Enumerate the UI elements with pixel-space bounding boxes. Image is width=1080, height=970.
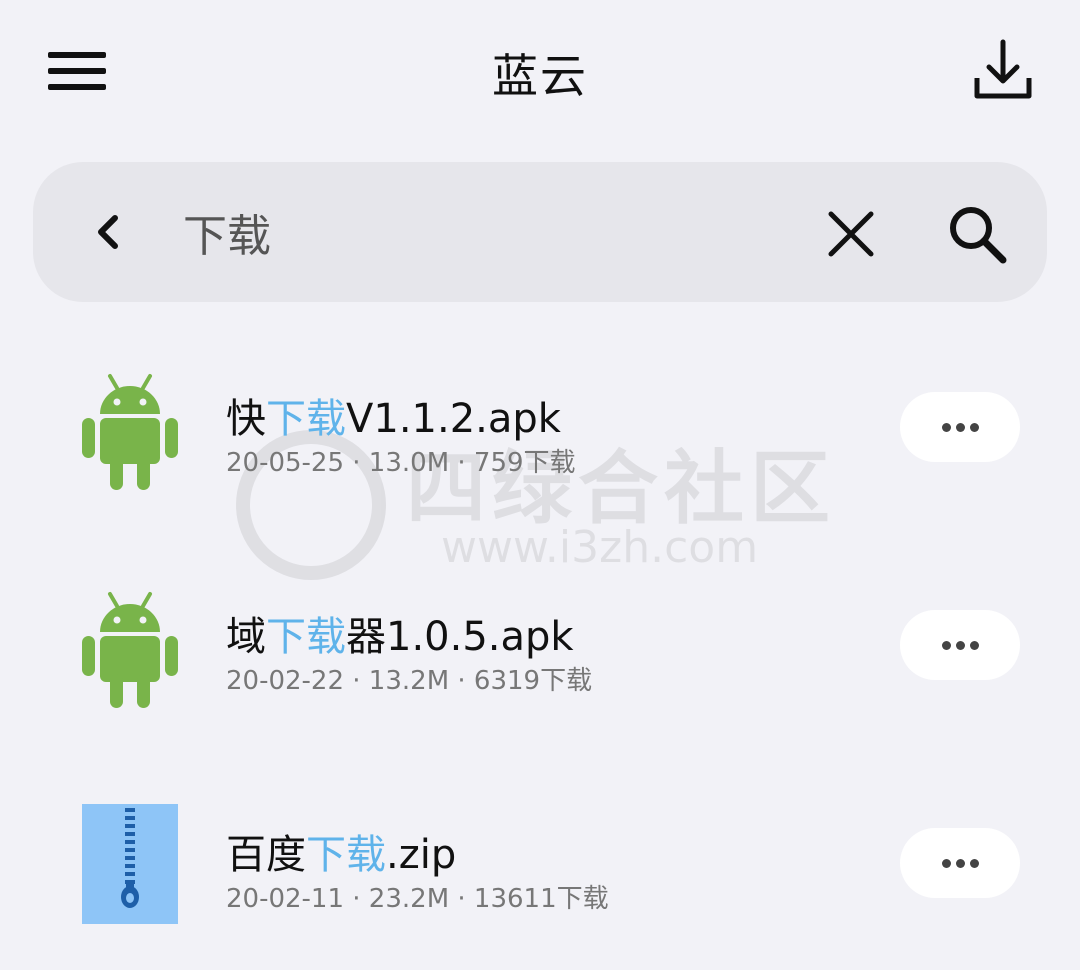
more-dots-icon-dot	[970, 859, 979, 868]
more-options-button[interactable]	[900, 610, 1020, 680]
file-name-prefix: 域	[226, 614, 266, 660]
file-name-highlight: 下载	[266, 396, 346, 442]
download-button[interactable]	[970, 38, 1036, 104]
file-name: 快下载V1.1.2.apk	[226, 386, 561, 444]
search-input[interactable]	[183, 200, 783, 264]
close-icon	[828, 211, 874, 257]
more-dots-icon-dot	[956, 423, 965, 432]
zip-archive-icon	[82, 804, 178, 924]
chevron-left-icon	[98, 215, 118, 249]
more-dots-icon-dot	[970, 641, 979, 650]
file-name-highlight: 下载	[306, 832, 386, 878]
page-title: 蓝云	[492, 49, 588, 103]
app-header: 蓝云	[0, 0, 1080, 150]
android-icon	[82, 374, 178, 490]
file-name-suffix: 器1.0.5.apk	[346, 614, 574, 660]
search-button[interactable]	[945, 202, 1011, 268]
file-name: 域下载器1.0.5.apk	[226, 604, 574, 662]
file-name: 百度下载.zip	[226, 822, 456, 880]
file-name-suffix: .zip	[386, 832, 457, 878]
file-list-item[interactable]: 域下载器1.0.5.apk 20-02-22 · 13.2M · 6319下载	[0, 578, 1080, 738]
more-options-button[interactable]	[900, 392, 1020, 462]
more-options-button[interactable]	[900, 828, 1020, 898]
more-dots-icon	[942, 423, 951, 432]
watermark-url: www.i3zh.com	[441, 522, 759, 573]
file-list-item[interactable]: 百度下载.zip 20-02-11 · 23.2M · 13611下载	[0, 796, 1080, 956]
file-meta: 20-02-22 · 13.2M · 6319下载	[226, 666, 593, 696]
file-meta: 20-05-25 · 13.0M · 759下载	[226, 448, 576, 478]
file-name-prefix: 百度	[226, 832, 306, 878]
search-bar	[33, 162, 1047, 302]
more-dots-icon-dot	[956, 859, 965, 868]
more-dots-icon-dot	[956, 641, 965, 650]
file-list-item[interactable]: 快下载V1.1.2.apk 20-05-25 · 13.0M · 759下载	[0, 360, 1080, 520]
more-dots-icon	[942, 641, 951, 650]
file-name-prefix: 快	[226, 396, 266, 442]
search-icon	[950, 207, 1007, 264]
file-name-suffix: V1.1.2.apk	[346, 396, 561, 442]
file-name-highlight: 下载	[266, 614, 346, 660]
more-dots-icon-dot	[970, 423, 979, 432]
android-icon	[82, 592, 178, 708]
back-button[interactable]	[89, 208, 129, 256]
more-dots-icon	[942, 859, 951, 868]
clear-search-button[interactable]	[825, 208, 877, 260]
file-meta: 20-02-11 · 23.2M · 13611下载	[226, 884, 609, 914]
download-icon	[974, 39, 1032, 99]
